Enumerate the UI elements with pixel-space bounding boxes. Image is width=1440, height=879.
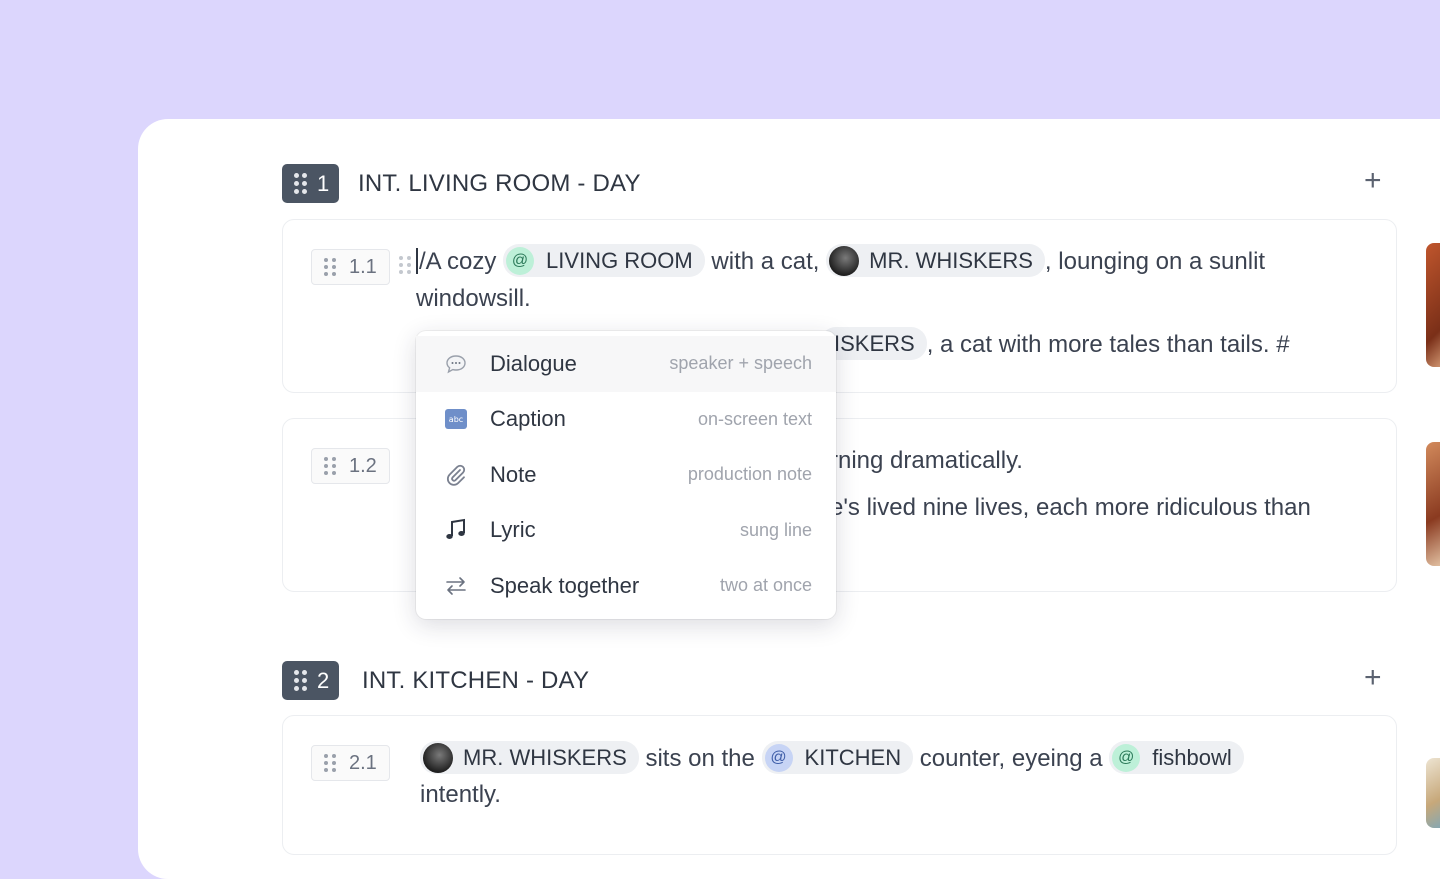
add-shot-button[interactable]: + xyxy=(1364,663,1382,693)
shot-text-line[interactable]: MR. WHISKERS sits on the @ KITCHEN counte… xyxy=(420,740,1244,777)
drag-handle-icon[interactable] xyxy=(324,457,337,475)
at-icon: @ xyxy=(1112,743,1141,772)
scene-badge-1[interactable]: 1 xyxy=(282,164,340,203)
menu-item-hint: sung line xyxy=(739,519,812,540)
text-caret xyxy=(416,247,418,274)
text-segment: , a cat with more tales than tails. # xyxy=(926,331,1290,358)
drag-handle-icon[interactable] xyxy=(294,173,307,194)
shot-number-badge[interactable]: 2.1 xyxy=(311,745,390,781)
scene-badge-2[interactable]: 2 xyxy=(282,661,340,700)
drag-handle-icon[interactable] xyxy=(324,258,337,276)
svg-text:abc: abc xyxy=(449,415,463,424)
menu-item-hint: production note xyxy=(687,464,812,485)
menu-item-label: Lyric xyxy=(490,517,536,543)
menu-item-label: Speak together xyxy=(490,572,640,598)
shot-number: 1.1 xyxy=(349,255,377,278)
swap-arrows-icon xyxy=(444,574,468,598)
menu-item-label: Note xyxy=(490,461,537,487)
shot-text-line[interactable]: e's lived nine lives, each more ridiculo… xyxy=(830,489,1311,526)
menu-item-note[interactable]: Note production note xyxy=(416,447,836,503)
shot-number: 2.1 xyxy=(349,751,377,774)
scene-number: 1 xyxy=(317,170,330,196)
shot-thumbnail[interactable] xyxy=(1426,758,1440,828)
prop-chip[interactable]: @ fishbowl xyxy=(1109,741,1244,775)
drag-handle-icon[interactable] xyxy=(324,754,337,772)
menu-item-dialogue[interactable]: Dialogue speaker + speech xyxy=(416,336,836,392)
menu-item-speak-together[interactable]: Speak together two at once xyxy=(416,558,836,614)
scene-heading[interactable]: INT. KITCHEN - DAY xyxy=(362,667,589,695)
text-segment: counter, eyeing a xyxy=(919,745,1103,772)
drag-handle-icon[interactable] xyxy=(294,670,307,691)
music-note-icon xyxy=(444,518,468,542)
location-chip[interactable]: @ KITCHEN xyxy=(761,741,914,775)
shot-number-badge[interactable]: 1.1 xyxy=(311,249,390,285)
at-icon: @ xyxy=(764,743,793,772)
line-drag-handle-icon[interactable] xyxy=(399,256,412,274)
chip-label: MR. WHISKERS xyxy=(463,745,627,771)
character-chip[interactable]: ISKERS xyxy=(820,327,927,361)
text-segment: with a cat, xyxy=(711,248,820,275)
menu-item-hint: on-screen text xyxy=(697,408,812,429)
paperclip-icon xyxy=(444,463,468,487)
chip-label: LIVING ROOM xyxy=(546,248,693,274)
at-icon: @ xyxy=(506,246,535,275)
scene-heading[interactable]: INT. LIVING ROOM - DAY xyxy=(358,170,641,198)
menu-item-hint: two at once xyxy=(719,575,812,596)
shot-number: 1.2 xyxy=(349,454,377,477)
menu-item-lyric[interactable]: Lyric sung line xyxy=(416,503,836,559)
character-chip[interactable]: MR. WHISKERS xyxy=(826,244,1045,278)
abc-icon: abc xyxy=(444,407,468,431)
shot-text-line[interactable]: /A cozy @ LIVING ROOM with a cat, MR. WHI… xyxy=(416,243,1265,280)
shot-number-badge[interactable]: 1.2 xyxy=(311,448,390,484)
shot-thumbnail[interactable] xyxy=(1426,442,1440,566)
avatar xyxy=(829,245,860,276)
chip-label: MR. WHISKERS xyxy=(869,248,1033,274)
shot-text-line[interactable]: intently. xyxy=(420,776,501,813)
shot-thumbnail[interactable] xyxy=(1426,243,1440,367)
shot-text-line[interactable]: ISKERS , a cat with more tales than tails… xyxy=(820,326,1290,363)
chip-label: KITCHEN xyxy=(804,745,902,771)
add-shot-button[interactable]: + xyxy=(1364,166,1382,196)
text-segment: , lounging on a sunlit xyxy=(1044,248,1266,275)
avatar xyxy=(423,742,453,773)
menu-item-label: Dialogue xyxy=(490,350,577,376)
slash-command: / xyxy=(419,248,426,275)
menu-item-caption[interactable]: abc Caption on-screen text xyxy=(416,392,836,448)
location-chip[interactable]: @ LIVING ROOM xyxy=(503,244,705,278)
shot-text-line[interactable]: rning dramatically. xyxy=(830,442,1023,479)
shot-text-line[interactable]: windowsill. xyxy=(416,280,531,317)
scene-number: 2 xyxy=(317,667,330,693)
menu-item-hint: speaker + speech xyxy=(669,353,812,374)
block-type-menu: Dialogue speaker + speech abc Caption on… xyxy=(416,331,836,619)
speech-bubble-icon xyxy=(444,352,468,376)
menu-item-label: Caption xyxy=(490,406,566,432)
text-segment: A cozy xyxy=(425,248,497,275)
chip-label: fishbowl xyxy=(1152,745,1232,771)
text-segment: sits on the xyxy=(645,745,755,772)
character-chip[interactable]: MR. WHISKERS xyxy=(420,741,639,775)
chip-label: ISKERS xyxy=(834,331,915,357)
